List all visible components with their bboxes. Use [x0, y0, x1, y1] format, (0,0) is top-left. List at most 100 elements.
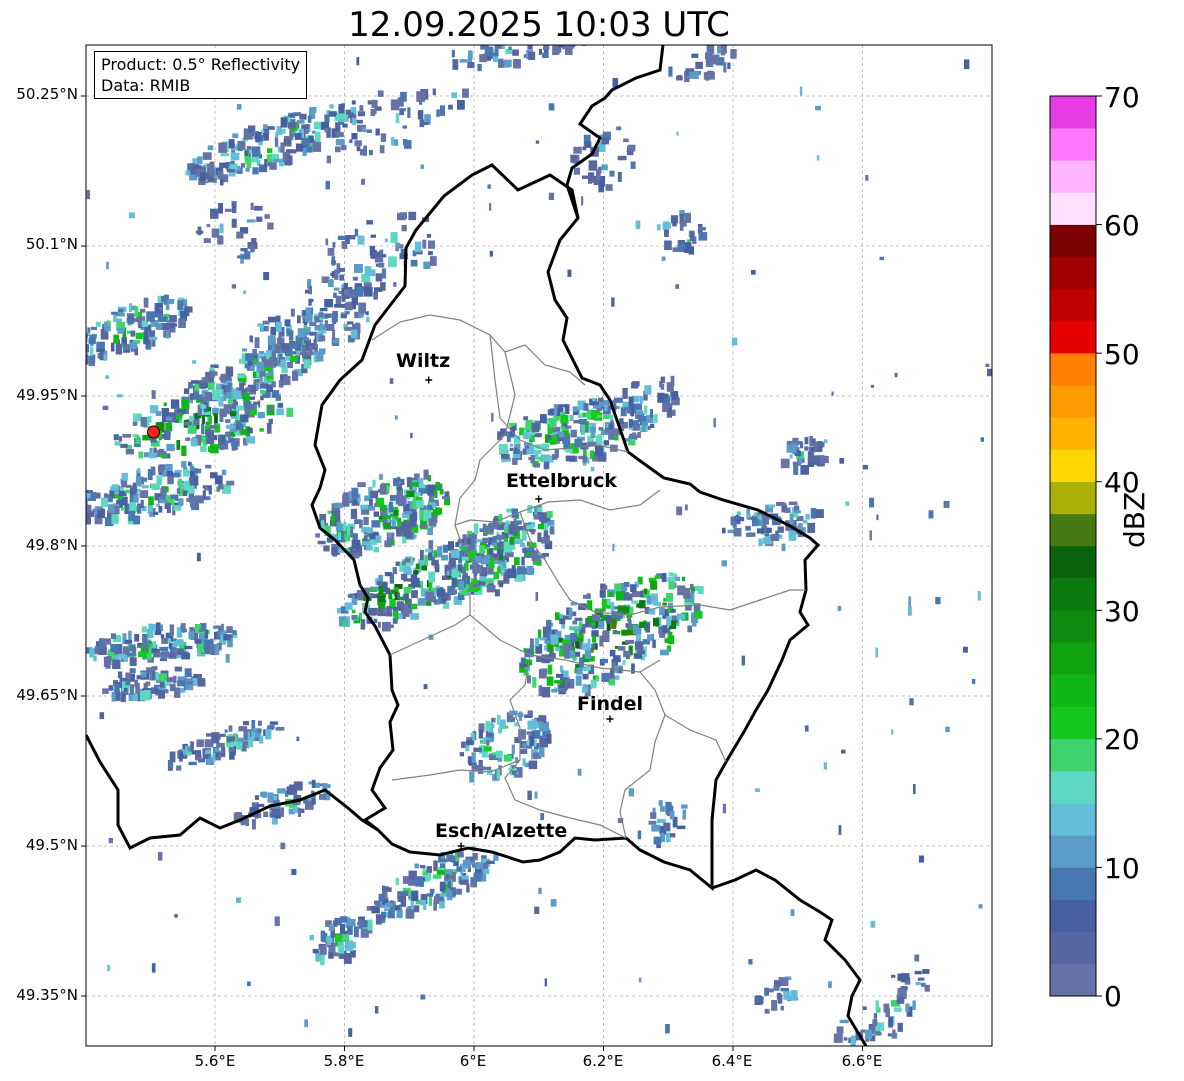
echo-pixel [403, 587, 412, 593]
echo-pixel [963, 59, 970, 70]
echo-pixel [653, 617, 660, 627]
echo-pixel [342, 494, 350, 504]
echo-pixel [875, 1000, 879, 1011]
colorbar-segment [1050, 899, 1096, 933]
echo-pixel [534, 637, 540, 647]
colorbar-segment [1050, 803, 1096, 836]
echo-pixel [627, 617, 631, 622]
echo-pixel [640, 395, 644, 404]
echo-pixel [219, 630, 227, 635]
echo-pixel [225, 654, 230, 663]
echo-pixel [393, 478, 400, 487]
echo-pixel [549, 417, 557, 428]
echo-pixel [850, 1035, 856, 1046]
echo-pixel [255, 382, 259, 390]
echo-pixel [328, 111, 336, 117]
echo-pixel [408, 211, 417, 221]
echo-pixel [720, 45, 727, 54]
echo-pixel [128, 510, 136, 521]
echo-pixel [332, 329, 336, 340]
echo-pixel [200, 172, 206, 182]
echo-pixel [870, 920, 876, 928]
echo-pixel [557, 45, 564, 48]
echo-pixel [91, 492, 98, 497]
echo-pixel [181, 399, 190, 410]
echo-pixel [569, 415, 574, 421]
echo-pixel [299, 352, 307, 356]
echo-pixel [153, 511, 159, 515]
echo-pixel [423, 261, 431, 269]
echo-pixel [473, 872, 482, 882]
echo-pixel [698, 227, 706, 231]
echo-pixel [227, 366, 234, 377]
echo-pixel [427, 240, 435, 249]
echo-pixel [108, 838, 113, 844]
echo-pixel [790, 909, 795, 916]
echo-pixel [147, 416, 152, 423]
echo-pixel [667, 602, 674, 609]
echo-pixel [736, 511, 741, 515]
echo-pixel [105, 375, 109, 379]
echo-pixel [391, 520, 396, 527]
echo-pixel [576, 24, 583, 28]
echo-pixel [230, 411, 237, 417]
echo-pixel [245, 353, 254, 361]
echo-pixel [396, 490, 403, 501]
echo-pixel [426, 866, 432, 873]
echo-pixel [262, 320, 270, 325]
echo-pixel [243, 721, 249, 726]
echo-pixel [393, 610, 398, 618]
echo-pixel [378, 602, 386, 609]
lat-label: 50.1°N [25, 235, 78, 253]
echo-pixel [497, 58, 504, 68]
echo-pixel [366, 220, 373, 225]
echo-pixel [550, 16, 558, 22]
echo-pixel [211, 371, 218, 376]
echo-pixel [351, 133, 358, 140]
echo-pixel [351, 609, 356, 614]
echo-pixel [414, 241, 422, 253]
echo-pixel [267, 335, 276, 346]
echo-pixel [236, 737, 245, 742]
echo-pixel [390, 232, 398, 243]
echo-pixel [189, 471, 195, 478]
echo-pixel [110, 486, 116, 491]
echo-pixel [148, 496, 154, 506]
echo-pixel [127, 320, 134, 325]
echo-pixel [556, 34, 563, 43]
echo-pixel [138, 451, 144, 459]
echo-pixel [504, 23, 512, 28]
echo-pixel [89, 648, 95, 658]
echo-pixel [400, 573, 408, 580]
echo-pixel [182, 651, 189, 658]
echo-pixel [646, 596, 652, 605]
echo-pixel [240, 253, 244, 264]
echo-pixel [596, 414, 603, 419]
echo-pixel [364, 266, 372, 276]
echo-pixel [521, 20, 526, 25]
echo-pixel [384, 238, 388, 243]
echo-pixel [356, 57, 360, 66]
echo-pixel [616, 591, 624, 601]
echo-pixel [660, 806, 665, 812]
echo-pixel [404, 557, 411, 563]
echo-pixel [139, 308, 146, 313]
echo-pixel [340, 924, 346, 933]
echo-pixel [201, 423, 205, 435]
colorbar-segment [1050, 256, 1096, 290]
echo-pixel [637, 414, 645, 423]
echo-pixel [159, 448, 165, 455]
echo-pixel [632, 593, 641, 598]
echo-pixel [503, 59, 512, 68]
echo-pixel [274, 916, 280, 927]
echo-pixel [177, 300, 184, 310]
echo-pixel [448, 104, 453, 110]
echo-pixel [176, 765, 182, 771]
echo-pixel [507, 568, 517, 579]
echo-pixel [538, 685, 543, 697]
echo-pixel [255, 132, 262, 142]
echo-pixel [267, 792, 274, 803]
echo-pixel [486, 860, 495, 864]
echo-pixel [167, 299, 175, 305]
echo-pixel [596, 169, 601, 180]
